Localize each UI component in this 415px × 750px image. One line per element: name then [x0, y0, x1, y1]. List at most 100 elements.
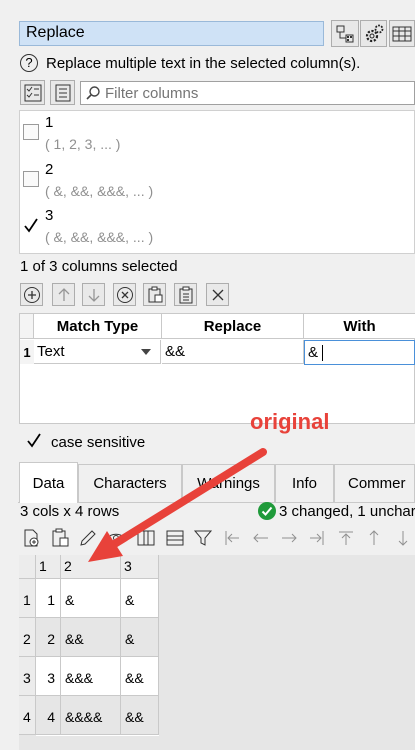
columns-button[interactable] — [134, 525, 158, 551]
grid-cell[interactable]: && — [61, 618, 121, 657]
grid-row-header[interactable]: 2 — [19, 618, 36, 657]
clipboard-icon — [52, 528, 69, 547]
tab-label: Characters — [93, 475, 167, 492]
search-icon — [86, 86, 100, 100]
grid-cell[interactable]: 1 — [36, 579, 61, 618]
columns-icon — [137, 530, 155, 546]
grid-cell[interactable]: && — [121, 696, 159, 735]
grid-cell[interactable]: 3 — [36, 657, 61, 696]
grid-cell[interactable]: & — [61, 579, 121, 618]
column-sample-values: ( 1, 2, 3, ... ) — [45, 136, 121, 152]
dropdown-arrow-icon — [141, 349, 151, 355]
arrow-down-icon — [88, 288, 99, 302]
tab-info[interactable]: Info — [275, 464, 334, 502]
tab-characters[interactable]: Characters — [78, 464, 182, 502]
tab-data[interactable]: Data — [19, 462, 78, 503]
top-icon — [339, 531, 353, 545]
grid-corner — [19, 555, 36, 579]
grid-row-header[interactable]: 3 — [19, 657, 36, 696]
first-icon — [225, 531, 239, 545]
tab-comments[interactable]: Commer — [334, 464, 415, 502]
grid-row-header[interactable]: 1 — [19, 579, 36, 618]
arrow-up-icon — [58, 287, 69, 301]
grid-column-header-3[interactable]: 3 — [121, 555, 159, 579]
filter-button[interactable] — [191, 525, 215, 551]
filter-columns-input[interactable] — [103, 83, 407, 104]
with-cell-editor[interactable]: & — [304, 340, 415, 365]
grid-cell[interactable]: &&& — [61, 657, 121, 696]
next-column-button[interactable] — [277, 525, 301, 551]
checkmark-icon — [24, 218, 38, 233]
with-header[interactable]: With — [304, 314, 415, 339]
column-checkbox-3[interactable] — [23, 218, 39, 234]
table-view-button[interactable] — [389, 20, 415, 47]
grid-cell[interactable]: && — [121, 657, 159, 696]
export-button[interactable] — [19, 525, 43, 551]
paste-rows-button[interactable] — [143, 283, 166, 306]
grid-cell[interactable]: & — [121, 579, 159, 618]
grid-cell[interactable]: & — [121, 618, 159, 657]
previous-column-button[interactable] — [249, 525, 273, 551]
grid-row-header[interactable]: 4 — [19, 696, 36, 735]
column-checkbox-2[interactable] — [23, 171, 39, 187]
move-down-button[interactable] — [82, 283, 105, 306]
remove-circle-icon — [116, 286, 133, 303]
clear-rows-button[interactable] — [206, 283, 229, 306]
table-icon — [392, 26, 412, 41]
annotation-label: original — [250, 409, 330, 434]
next-row-button[interactable] — [391, 525, 415, 551]
first-row-button[interactable] — [334, 525, 358, 551]
funnel-icon — [193, 530, 213, 546]
grid-column-header-2[interactable]: 2 — [61, 555, 121, 579]
rows-button[interactable] — [163, 525, 187, 551]
help-text: Replace multiple text in the selected co… — [46, 55, 361, 72]
clipboard-copy-icon — [179, 286, 192, 303]
grid-cell[interactable]: 4 — [36, 696, 61, 735]
paste-button[interactable] — [48, 525, 72, 551]
help-icon[interactable]: ? — [20, 54, 38, 72]
column-checkbox-1[interactable] — [23, 124, 39, 140]
case-sensitive-checkbox[interactable] — [26, 433, 42, 449]
grid-cell[interactable]: &&&& — [61, 696, 121, 735]
arrow-up-icon — [369, 530, 379, 545]
last-column-button[interactable] — [305, 525, 329, 551]
remove-row-button[interactable] — [113, 283, 136, 306]
pencil-icon — [80, 530, 96, 546]
rows-icon — [166, 530, 184, 546]
arrow-right-icon — [282, 533, 297, 543]
select-all-button[interactable] — [20, 80, 45, 105]
grid-cell[interactable]: 2 — [36, 618, 61, 657]
tab-label: Data — [32, 474, 65, 492]
change-status: 3 changed, 1 unchar — [279, 503, 415, 520]
status-ok-icon — [258, 502, 276, 520]
checklist-icon — [24, 84, 41, 101]
view-button[interactable] — [104, 525, 128, 551]
tab-warnings[interactable]: Warnings — [182, 464, 275, 502]
column-item-3[interactable]: 3 ( &, &&, &&&, ... ) — [20, 207, 410, 251]
match-row-number: 1 — [20, 340, 34, 364]
first-column-button[interactable] — [220, 525, 244, 551]
previous-row-button[interactable] — [362, 525, 386, 551]
copy-rows-button[interactable] — [174, 283, 197, 306]
move-up-button[interactable] — [52, 283, 75, 306]
list-icon — [55, 84, 70, 101]
replace-header[interactable]: Replace — [162, 314, 304, 339]
match-type-select[interactable]: Text — [34, 340, 161, 364]
connection-icon-button[interactable] — [331, 20, 359, 47]
replace-cell[interactable]: && — [162, 340, 304, 364]
match-type-header[interactable]: Match Type — [34, 314, 162, 339]
check-icon — [261, 506, 273, 516]
checkmark-icon — [27, 433, 41, 448]
add-row-button[interactable] — [20, 283, 43, 306]
grid-column-header-1[interactable]: 1 — [36, 555, 61, 579]
column-item-2[interactable]: 2 ( &, &&, &&&, ... ) — [20, 161, 410, 205]
edit-button[interactable] — [76, 525, 100, 551]
settings-button[interactable] — [360, 20, 387, 47]
column-name: 2 — [45, 161, 54, 178]
tab-label: Commer — [348, 475, 406, 492]
text-cursor — [322, 345, 323, 361]
filter-columns-box[interactable] — [80, 81, 415, 105]
select-none-button[interactable] — [50, 80, 75, 105]
column-item-1[interactable]: 1 ( 1, 2, 3, ... ) — [20, 114, 410, 158]
row-number-header — [20, 314, 34, 339]
